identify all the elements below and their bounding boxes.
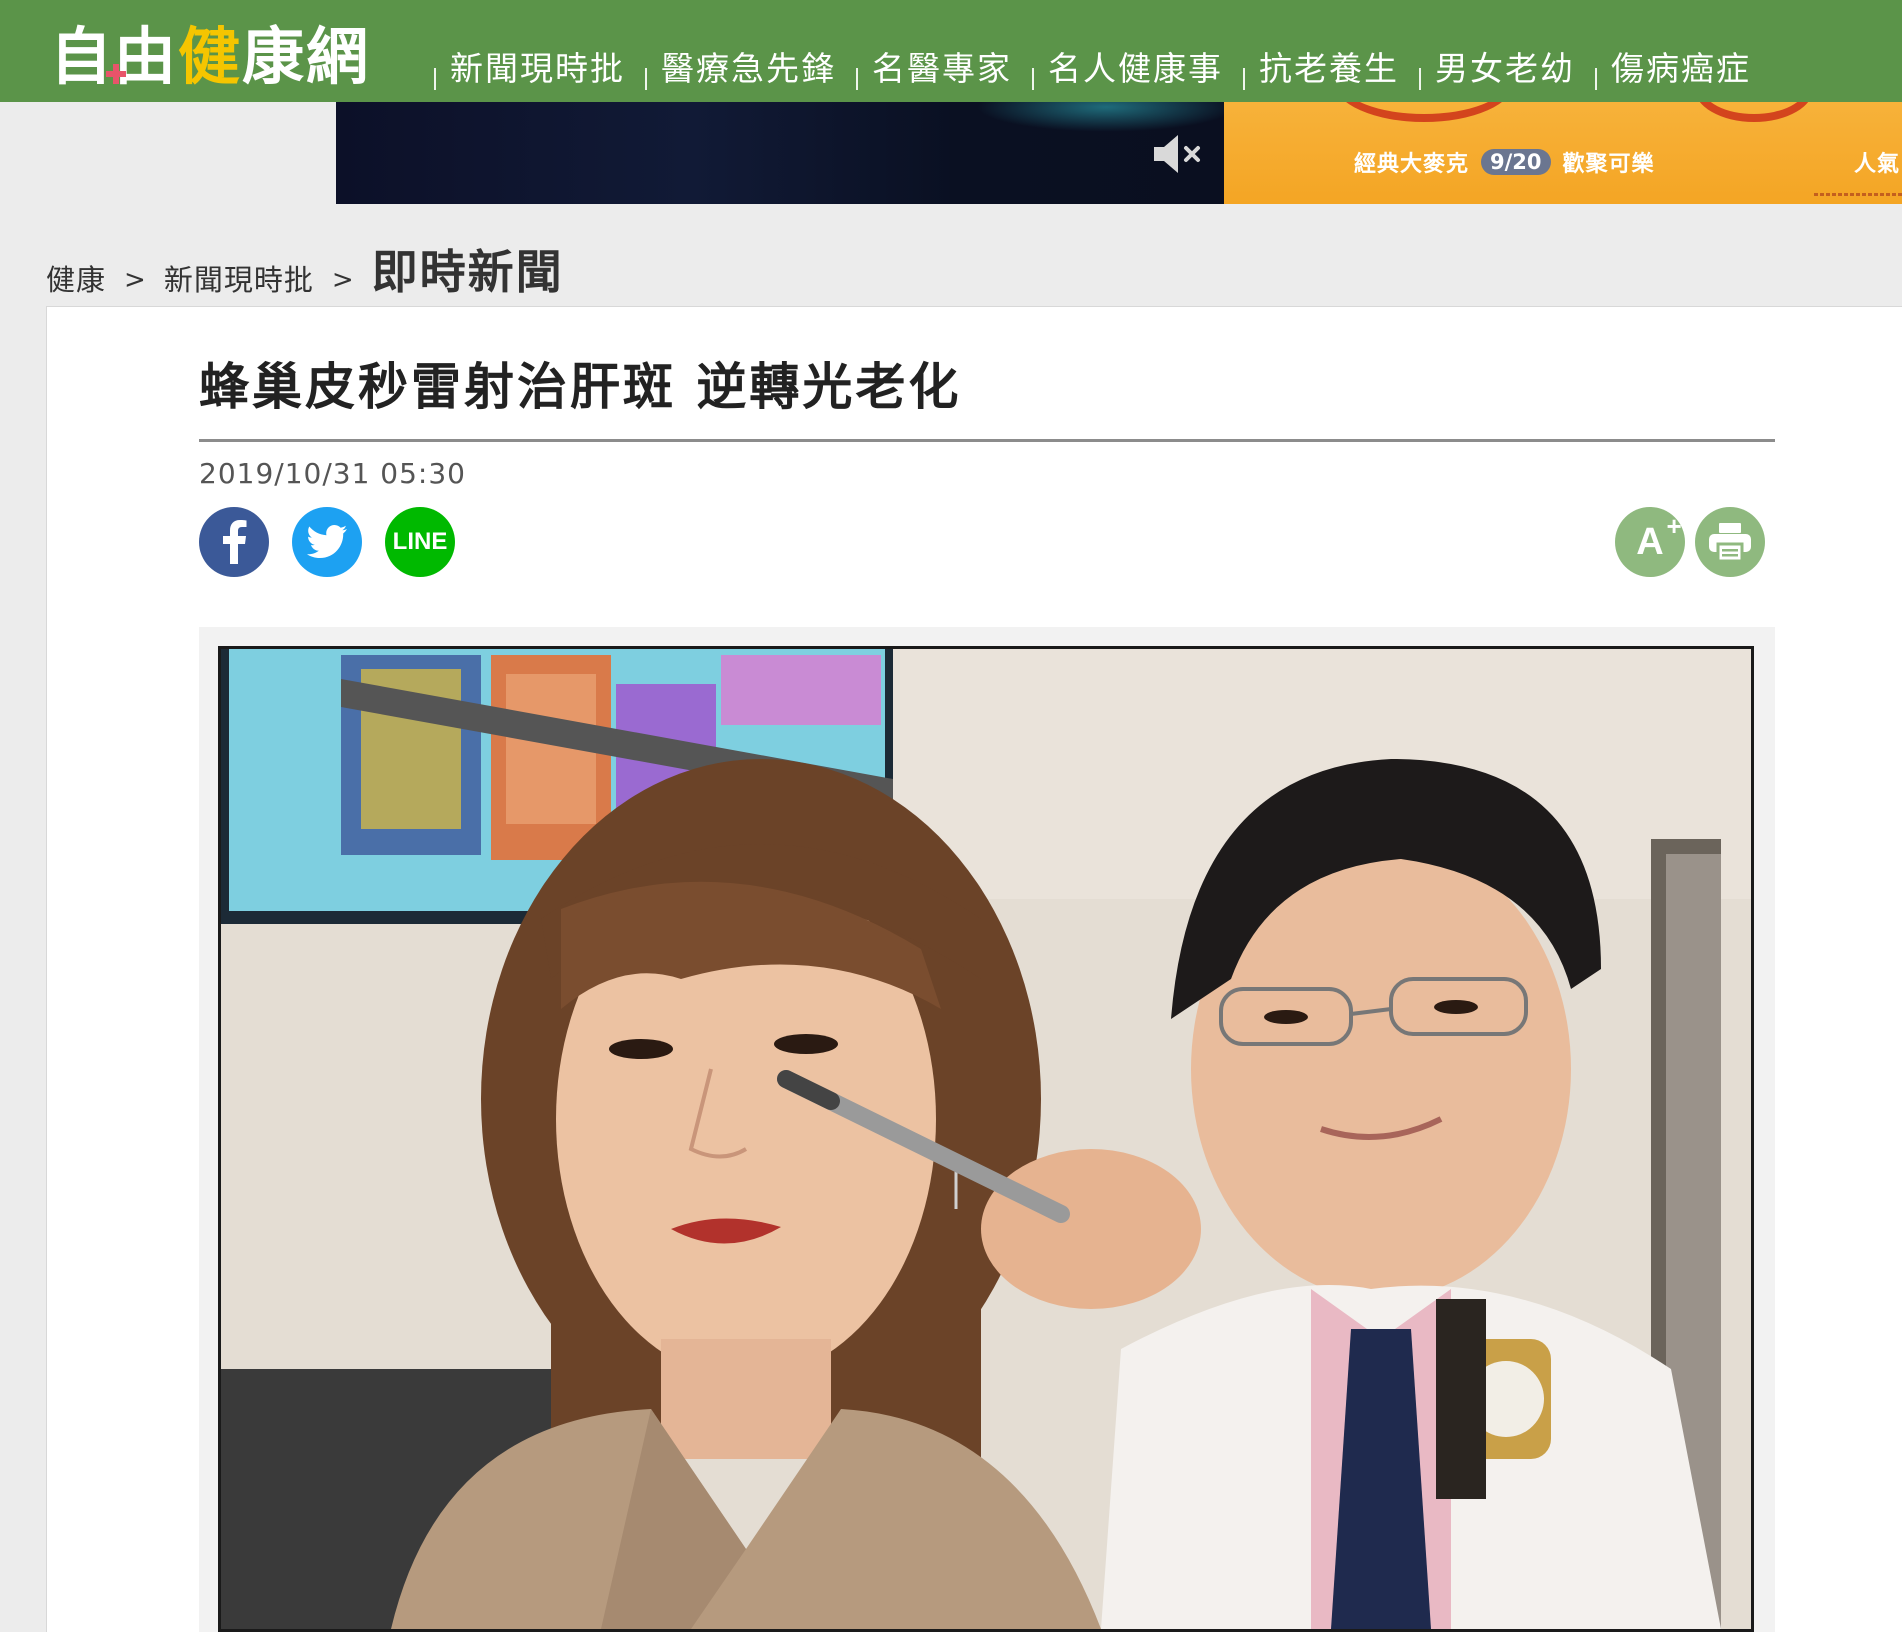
breadcrumb-current: 即時新聞 [371,245,564,299]
nav-divider [645,68,647,90]
ad-promo-text: 歡聚可樂 [1562,152,1655,177]
ad-promo-line: 經典大麥克 9/20 歡聚可樂 [1354,146,1655,178]
main-nav: 新聞現時批 醫療急先鋒 名醫專家 名人健康事 抗老養生 男女老幼 傷病癌症 [430,44,1751,94]
nav-item-celebrity[interactable]: 名人健康事 [1028,44,1223,94]
logo-text-3: 康網 [242,20,371,93]
nav-item-label: 抗老養生 [1259,49,1399,88]
font-size-button[interactable]: A + [1615,507,1685,577]
site-header: 自由健康網 新聞現時批 醫療急先鋒 名醫專家 名人健康事 抗老養生 男女老幼 傷… [0,0,1902,102]
twitter-share-button[interactable] [292,507,362,577]
nav-item-doctors[interactable]: 名醫專家 [852,44,1012,94]
nav-divider [1243,68,1245,90]
ad-promo-text: 經典大麥克 [1354,152,1470,177]
banner-ad[interactable]: 經典大麥克 9/20 歡聚可樂 人氣 [336,102,1902,204]
breadcrumb-separator: > [124,265,146,295]
article-photo[interactable] [218,646,1754,1632]
nav-item-label: 新聞現時批 [450,49,625,88]
printer-icon [1709,523,1751,562]
facebook-share-button[interactable] [199,507,269,577]
nav-item-antiaging[interactable]: 抗老養生 [1239,44,1399,94]
article-date: 2019/10/31 05:30 [199,457,466,490]
nav-divider [856,68,858,90]
ad-promo-text: 人氣 [1854,152,1901,177]
medical-cross-icon [106,64,126,84]
nav-item-disease[interactable]: 傷病癌症 [1591,44,1751,94]
font-size-plus: + [1666,510,1682,541]
breadcrumb: 健康 > 新聞現時批 > 即時新聞 [46,244,564,300]
nav-divider [1419,68,1421,90]
ad-promo[interactable]: 經典大麥克 9/20 歡聚可樂 人氣 [1224,102,1902,204]
speaker-mute-icon[interactable] [1150,132,1206,176]
font-size-increase-icon: A + [1636,511,1681,564]
ad-video[interactable] [336,102,1224,204]
article-photo-illustration [221,649,1751,1629]
nav-divider [434,68,436,90]
twitter-bird-icon [307,525,347,558]
article-title: 蜂巢皮秒雷射治肝斑 逆轉光老化 [199,358,962,416]
ad-decoration [1814,193,1902,196]
nav-divider [1595,68,1597,90]
ad-promo-date: 9/20 [1481,149,1551,175]
title-divider [199,439,1775,442]
font-size-letter: A [1636,520,1664,563]
line-share-button[interactable]: LINE [385,507,455,577]
nav-item-label: 醫療急先鋒 [661,49,836,88]
nav-item-label: 傷病癌症 [1611,49,1751,88]
nav-divider [1032,68,1034,90]
breadcrumb-item-news[interactable]: 新聞現時批 [164,260,314,300]
breadcrumb-separator: > [331,265,354,295]
nav-item-label: 男女老幼 [1435,49,1575,88]
line-icon: LINE [392,528,448,555]
print-button[interactable] [1695,507,1765,577]
ad-video-glow [976,102,1224,132]
breadcrumb-item-health[interactable]: 健康 [46,260,106,300]
ad-decoration [1694,102,1814,122]
nav-item-label: 名人健康事 [1048,49,1223,88]
nav-item-family[interactable]: 男女老幼 [1415,44,1575,94]
nav-item-medical[interactable]: 醫療急先鋒 [641,44,836,94]
nav-item-label: 名醫專家 [872,49,1012,88]
facebook-icon [223,520,247,564]
site-logo[interactable]: 自由健康網 [50,18,370,93]
nav-item-news[interactable]: 新聞現時批 [430,44,625,94]
logo-text-2: 健 [178,20,243,93]
ad-decoration [1334,102,1514,122]
